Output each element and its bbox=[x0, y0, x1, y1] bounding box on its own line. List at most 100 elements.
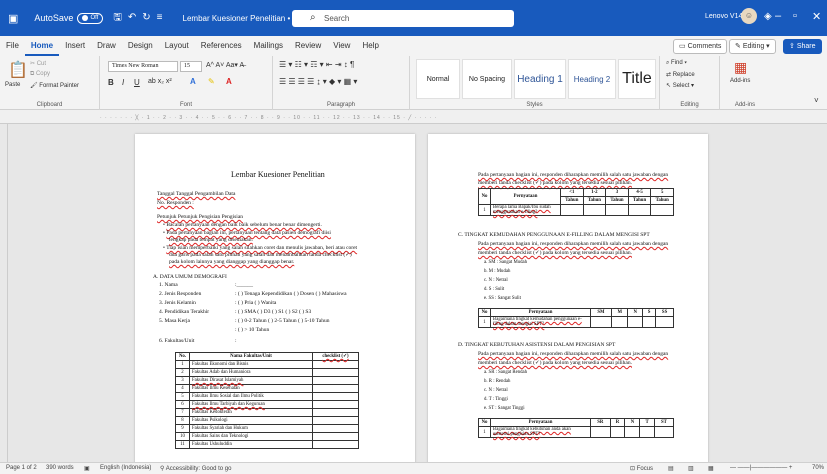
row-checklist-cell[interactable] bbox=[312, 384, 359, 393]
row-checklist-cell[interactable] bbox=[312, 440, 359, 449]
redo-icon[interactable]: ↻ bbox=[142, 12, 156, 23]
t2-cell[interactable] bbox=[627, 316, 643, 328]
t2-cell[interactable] bbox=[655, 316, 674, 328]
style-heading-2[interactable]: Heading 2 bbox=[568, 59, 616, 99]
word-count[interactable]: 390 words bbox=[46, 465, 74, 471]
language[interactable]: English (Indonesia) bbox=[100, 465, 151, 471]
tab-view[interactable]: View bbox=[327, 36, 356, 56]
style-heading-1[interactable]: Heading 1 bbox=[514, 59, 566, 99]
share-button[interactable]: ⇪ Share bbox=[783, 39, 822, 54]
paste-label[interactable]: Paste bbox=[5, 82, 20, 88]
row-checklist-cell[interactable] bbox=[312, 368, 359, 377]
t1-cell[interactable] bbox=[650, 204, 674, 216]
align-icon[interactable]: ☰ ☰ ☰ ☰ ↨ ▾ ◆ ▾ ▦ ▾ bbox=[279, 77, 357, 86]
addins-button-label[interactable]: Add-ins bbox=[730, 78, 750, 84]
vertical-ruler[interactable] bbox=[0, 124, 8, 462]
tab-home[interactable]: Home bbox=[24, 36, 60, 56]
field-value[interactable]: : ( ) 0-2 Tahun ( ) 2-5 Tahun ( ) 5-10 T… bbox=[235, 318, 329, 324]
t1-cell[interactable] bbox=[605, 204, 629, 216]
t3-cell[interactable] bbox=[609, 426, 626, 438]
print-layout-icon[interactable]: ▥ bbox=[688, 465, 694, 472]
tab-help[interactable]: Help bbox=[356, 36, 384, 56]
tab-file[interactable]: File bbox=[0, 36, 25, 56]
tab-mailings[interactable]: Mailings bbox=[248, 36, 289, 56]
format-painter-button[interactable]: 🖌 Format Painter bbox=[30, 82, 79, 89]
bullets-icon[interactable]: ☰ ▾ ☷ ▾ ☶ ▾ ⇤ ⇥ ↕ ¶ bbox=[279, 60, 354, 69]
row-checklist-cell[interactable] bbox=[312, 416, 359, 425]
row-checklist-cell[interactable] bbox=[312, 400, 359, 409]
t3-cell[interactable] bbox=[639, 426, 655, 438]
row-checklist-cell[interactable] bbox=[312, 424, 359, 433]
row-checklist-cell[interactable] bbox=[312, 408, 359, 417]
highlight-icon[interactable]: ✎ bbox=[208, 77, 215, 86]
diamond-icon[interactable]: ◈ bbox=[764, 11, 772, 22]
tab-insert[interactable]: Insert bbox=[59, 36, 91, 56]
tab-review[interactable]: Review bbox=[289, 36, 327, 56]
horizontal-ruler[interactable]: · · · · · · · ╳ · 1 · · 2 · · 3 · · 4 · … bbox=[0, 110, 827, 124]
row-checklist-cell[interactable] bbox=[312, 360, 359, 369]
select-button[interactable]: ↖ Select ▾ bbox=[666, 82, 694, 89]
undo-icon[interactable]: ↶ bbox=[128, 12, 142, 23]
strikethrough-icon[interactable]: ab x₂ x² bbox=[148, 78, 172, 85]
t3-cell[interactable] bbox=[624, 426, 641, 438]
field-value[interactable]: : ( ) > 10 Tahun bbox=[235, 327, 269, 333]
comments-button[interactable]: ▭ Comments bbox=[673, 39, 728, 54]
customize-icon[interactable]: ≡ bbox=[157, 12, 169, 23]
zoom-slider[interactable]: — ——|—————— + bbox=[730, 465, 792, 471]
cut-button[interactable]: ✂ Cut bbox=[30, 60, 46, 67]
editing-mode-button[interactable]: ✎ Editing ▾ bbox=[729, 39, 776, 54]
bold-icon[interactable]: B bbox=[108, 78, 114, 87]
row-checklist-cell[interactable] bbox=[312, 376, 359, 385]
find-button[interactable]: ⌕ Find ▾ bbox=[666, 60, 687, 67]
style-no-spacing[interactable]: No Spacing bbox=[462, 59, 512, 99]
document-canvas[interactable]: Lembar Kuesioner Penelitian Tanggal Tang… bbox=[8, 124, 827, 462]
t1-cell[interactable] bbox=[627, 204, 652, 216]
proofing-icon[interactable]: ▣ bbox=[84, 465, 90, 472]
t1-cell[interactable] bbox=[560, 204, 584, 216]
underline-icon[interactable]: U bbox=[134, 78, 140, 87]
font-name-select[interactable]: Times New Roman bbox=[108, 61, 178, 72]
font-color-icon[interactable]: A bbox=[226, 77, 232, 86]
web-layout-icon[interactable]: ▦ bbox=[708, 465, 714, 472]
minimize-icon[interactable]: – bbox=[775, 10, 781, 22]
accessibility-status[interactable]: ⚲ Accessibility: Good to go bbox=[160, 465, 231, 472]
field-value[interactable]: : bbox=[235, 338, 237, 344]
collapse-ribbon-icon[interactable]: ˅ bbox=[814, 96, 819, 105]
focus-button[interactable]: ⊡ Focus bbox=[630, 465, 653, 472]
addins-icon[interactable]: ▦ bbox=[734, 59, 747, 76]
t3-cell[interactable] bbox=[590, 426, 611, 438]
field-value[interactable]: : ( ) Tenaga Kependidikan ( ) Dosen ( ) … bbox=[235, 291, 347, 297]
t2-cell[interactable] bbox=[610, 316, 629, 328]
row-checklist-cell[interactable] bbox=[312, 392, 359, 401]
t3-cell[interactable] bbox=[653, 426, 675, 438]
tab-references[interactable]: References bbox=[195, 36, 248, 56]
read-mode-icon[interactable]: ▤ bbox=[668, 465, 674, 472]
maximize-icon[interactable]: ▫ bbox=[793, 10, 797, 22]
save-icon[interactable]: 🖫 bbox=[113, 12, 128, 23]
t2-cell[interactable] bbox=[590, 316, 612, 328]
font-size-grow-icon[interactable]: A^ A˅ Aa▾ A̶ bbox=[206, 61, 244, 69]
quick-access-toolbar[interactable]: 🖫↶↻≡ bbox=[113, 10, 168, 27]
tab-draw[interactable]: Draw bbox=[91, 36, 122, 56]
replace-button[interactable]: ⇄ Replace bbox=[666, 71, 695, 78]
close-icon[interactable]: ✕ bbox=[812, 10, 821, 23]
field-value[interactable]: :______ bbox=[235, 282, 253, 288]
italic-icon[interactable]: I bbox=[122, 78, 124, 87]
search-input[interactable]: ⌕ Search bbox=[292, 10, 514, 27]
tab-layout[interactable]: Layout bbox=[159, 36, 195, 56]
page-2[interactable]: Pada pertanyaan bagian ini, responden di… bbox=[428, 134, 708, 462]
user-name[interactable]: Lenovo V14 bbox=[705, 13, 742, 20]
field-value[interactable]: : ( ) Pria ( ) Wanita bbox=[235, 300, 276, 306]
autosave-toggle[interactable]: Off bbox=[77, 12, 104, 24]
copy-button[interactable]: ⧉ Copy bbox=[30, 71, 50, 78]
page-1[interactable]: Lembar Kuesioner Penelitian Tanggal Tang… bbox=[135, 134, 415, 462]
style-title[interactable]: Title bbox=[618, 59, 656, 99]
zoom-level[interactable]: 70% bbox=[812, 465, 824, 471]
text-effects-icon[interactable]: A bbox=[190, 77, 196, 86]
avatar[interactable]: ☺ bbox=[741, 8, 757, 24]
t1-cell[interactable] bbox=[582, 204, 607, 216]
page-count[interactable]: Page 1 of 2 bbox=[6, 465, 37, 471]
t2-cell[interactable] bbox=[641, 316, 657, 328]
row-checklist-cell[interactable] bbox=[312, 432, 359, 441]
tab-design[interactable]: Design bbox=[122, 36, 159, 56]
